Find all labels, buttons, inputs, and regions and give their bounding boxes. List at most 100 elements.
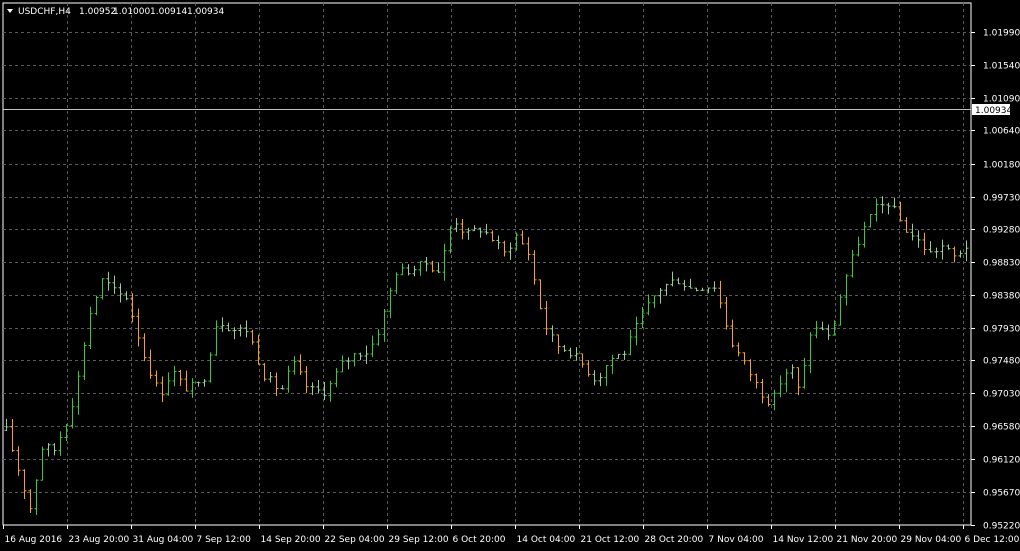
price-bar xyxy=(196,381,201,387)
x-tick-label: 23 Aug 20:00 xyxy=(69,535,130,545)
price-bar xyxy=(772,389,777,411)
price-bar xyxy=(394,272,399,295)
x-tick-label: 22 Sep 04:00 xyxy=(325,535,385,545)
price-bar xyxy=(664,283,669,296)
y-tick-label: 0.96580 xyxy=(983,423,1020,433)
price-bar xyxy=(670,271,675,287)
price-bar xyxy=(682,279,687,291)
price-bar xyxy=(340,355,345,373)
price-bar xyxy=(322,381,327,401)
price-bar xyxy=(82,342,87,381)
price-bar xyxy=(838,294,843,326)
price-bar xyxy=(928,241,933,253)
price-bar xyxy=(46,443,51,457)
y-tick-label: 1.01540 xyxy=(983,62,1020,72)
price-bar xyxy=(280,385,285,390)
price-bar xyxy=(796,367,801,396)
price-bar xyxy=(40,446,45,481)
price-bar xyxy=(574,347,579,361)
price-bar xyxy=(934,247,939,259)
price-bar xyxy=(94,295,99,316)
open-value: 1.00952 xyxy=(79,7,116,17)
price-bar xyxy=(412,265,417,277)
price-bar xyxy=(502,240,507,257)
x-tick-label: 6 Oct 20:00 xyxy=(453,535,506,545)
price-bar xyxy=(10,419,15,452)
price-bar xyxy=(142,333,147,362)
price-bar xyxy=(34,479,39,515)
price-bar xyxy=(910,223,915,241)
price-bar xyxy=(214,320,219,356)
price-bar xyxy=(610,354,615,374)
plot-area-border xyxy=(2,2,972,526)
y-axis: 1.01990 1.01540 1.01090 1.00640 1.00180 0.997… xyxy=(971,29,1020,532)
price-bar xyxy=(178,369,183,386)
y-tick-label: 0.97030 xyxy=(983,390,1020,400)
price-bar xyxy=(604,365,609,386)
price-bar xyxy=(268,371,273,383)
grid xyxy=(3,3,971,525)
price-bar xyxy=(526,237,531,261)
price-bar xyxy=(568,347,573,359)
price-bar xyxy=(802,357,807,389)
price-bar xyxy=(352,352,357,367)
price-bar xyxy=(958,250,963,258)
price-bar xyxy=(952,246,957,263)
price-bar xyxy=(166,372,171,396)
price-bar xyxy=(688,278,693,289)
price-bar xyxy=(862,221,867,248)
price-bar xyxy=(754,373,759,389)
x-tick-label: 6 Dec 12:00 xyxy=(965,535,1020,545)
price-bar xyxy=(328,380,333,402)
x-tick-label: 14 Oct 04:00 xyxy=(517,535,576,545)
price-bar xyxy=(400,263,405,276)
price-bar xyxy=(892,197,897,209)
price-bar xyxy=(160,376,165,403)
price-bar xyxy=(154,370,159,387)
price-bar xyxy=(4,418,9,431)
price-bar xyxy=(292,356,297,375)
price-bar xyxy=(70,398,75,429)
y-tick-label: 1.01990 xyxy=(983,29,1020,39)
price-bar xyxy=(232,327,237,340)
price-bar xyxy=(736,342,741,357)
price-bar xyxy=(562,344,567,353)
x-tick-label: 21 Oct 12:00 xyxy=(581,535,640,545)
price-bar xyxy=(364,345,369,364)
y-tick-label: 1.00180 xyxy=(983,161,1020,171)
x-tick-label: 7 Nov 04:00 xyxy=(709,535,764,545)
price-bar xyxy=(316,380,321,394)
price-bar xyxy=(184,370,189,392)
price-bar xyxy=(586,360,591,377)
price-bar xyxy=(622,350,627,360)
y-tick-label: 0.97930 xyxy=(983,325,1020,335)
chart-header: USDCHF,H4 1.00952 1.01000 1.00914 1.0093… xyxy=(7,7,224,17)
price-bar xyxy=(898,201,903,222)
price-bar xyxy=(550,325,555,343)
price-bar xyxy=(298,354,303,376)
price-bar xyxy=(58,431,63,456)
price-bar xyxy=(514,232,519,251)
x-tick-label: 21 Nov 20:00 xyxy=(837,535,898,545)
price-bar xyxy=(88,306,93,349)
price-bar xyxy=(634,316,639,346)
price-bar xyxy=(742,352,747,365)
price-bar xyxy=(616,353,621,359)
price-bar xyxy=(544,300,549,335)
price-bar xyxy=(250,329,255,345)
current-price-tag: 1.00934 xyxy=(972,104,1012,116)
y-tick-label: 1.00640 xyxy=(983,127,1020,137)
price-bar xyxy=(658,288,663,304)
price-bar xyxy=(538,279,543,310)
y-tick-label: 0.98830 xyxy=(983,259,1020,269)
price-bar xyxy=(202,379,207,387)
price-bar xyxy=(262,363,267,382)
symbol-label: USDCHF,H4 xyxy=(18,7,71,17)
price-bar xyxy=(490,230,495,242)
price-bar xyxy=(388,287,393,319)
price-bar xyxy=(454,218,459,233)
price-bar xyxy=(922,232,927,255)
price-bar xyxy=(760,378,765,404)
price-bar xyxy=(358,352,363,361)
chevron-down-icon[interactable] xyxy=(7,9,13,13)
